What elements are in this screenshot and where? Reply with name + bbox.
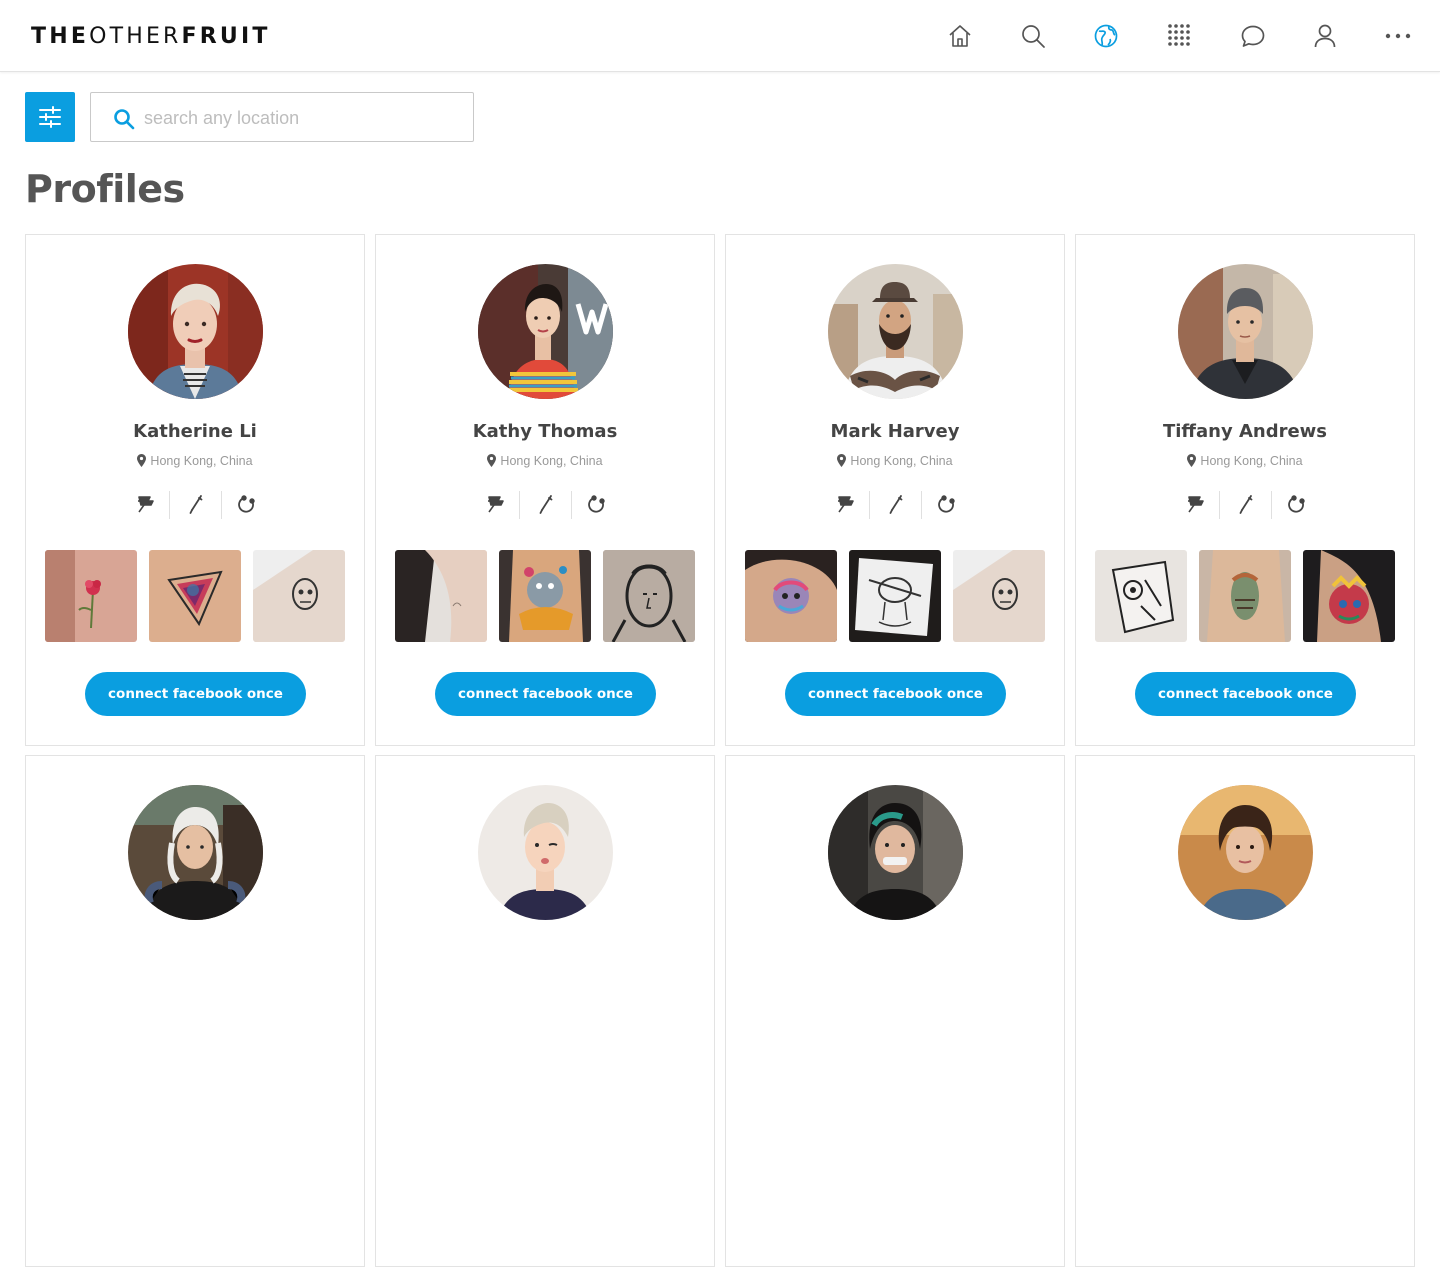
search-icon[interactable]: [1019, 22, 1047, 50]
profile-location: Hong Kong, China: [376, 453, 714, 471]
portfolio-thumbnail[interactable]: [45, 550, 137, 642]
profile-location: Hong Kong, China: [1076, 453, 1414, 471]
globe-icon[interactable]: [1092, 22, 1120, 50]
portfolio-thumbnail[interactable]: [745, 550, 837, 642]
map-pin-icon: [1187, 454, 1197, 471]
filter-button[interactable]: [25, 92, 75, 142]
location-search-input[interactable]: [144, 105, 464, 131]
page-title: Profiles: [25, 167, 185, 211]
profile-card[interactable]: Kathy Thomas Hong Kong, China connect fa…: [375, 234, 715, 746]
grid-icon[interactable]: [1165, 22, 1193, 50]
profile-name[interactable]: Mark Harvey: [726, 420, 1064, 444]
needle-icon[interactable]: [1232, 490, 1260, 518]
more-icon[interactable]: [1384, 22, 1412, 50]
tattoo-machine-icon[interactable]: [831, 490, 859, 518]
piercing-ring-icon[interactable]: [233, 490, 261, 518]
portfolio-thumbnail[interactable]: [1095, 550, 1187, 642]
portfolio-thumbnails: [395, 550, 695, 642]
profile-card[interactable]: [1075, 755, 1415, 1267]
profile-card[interactable]: [25, 755, 365, 1267]
location-text: Hong Kong, China: [1200, 454, 1303, 468]
specialty-icons: [1176, 490, 1316, 519]
specialty-icons: [476, 490, 616, 519]
profile-card[interactable]: Katherine Li Hong Kong, China connect fa…: [25, 234, 365, 746]
connect-facebook-button[interactable]: connect facebook once: [85, 672, 306, 716]
piercing-ring-icon[interactable]: [933, 490, 961, 518]
portfolio-thumbnail[interactable]: [395, 550, 487, 642]
portfolio-thumbnail[interactable]: [849, 550, 941, 642]
location-text: Hong Kong, China: [500, 454, 603, 468]
profile-name[interactable]: Kathy Thomas: [376, 420, 714, 444]
portfolio-thumbnail[interactable]: [1199, 550, 1291, 642]
specialty-icons: [126, 490, 266, 519]
top-nav-bar: THEOTHERFRUIT: [0, 0, 1440, 72]
portfolio-thumbnails: [1095, 550, 1395, 642]
piercing-ring-icon[interactable]: [1283, 490, 1311, 518]
needle-icon[interactable]: [882, 490, 910, 518]
profile-card[interactable]: [725, 755, 1065, 1267]
map-pin-icon: [837, 454, 847, 471]
search-icon: [114, 109, 135, 130]
profile-name[interactable]: Tiffany Andrews: [1076, 420, 1414, 444]
profile-card[interactable]: Mark Harvey Hong Kong, China connect fac…: [725, 234, 1065, 746]
piercing-ring-icon[interactable]: [583, 490, 611, 518]
avatar[interactable]: [478, 264, 613, 399]
profile-location: Hong Kong, China: [26, 453, 364, 471]
connect-facebook-button[interactable]: connect facebook once: [435, 672, 656, 716]
portfolio-thumbnail[interactable]: [603, 550, 695, 642]
location-search: [90, 92, 474, 142]
app-logo[interactable]: THEOTHERFRUIT: [31, 24, 271, 50]
avatar[interactable]: [1178, 264, 1313, 399]
needle-icon[interactable]: [182, 490, 210, 518]
connect-facebook-button[interactable]: connect facebook once: [1135, 672, 1356, 716]
map-pin-icon: [487, 454, 497, 471]
user-icon[interactable]: [1311, 22, 1339, 50]
logo-part-other: OTHER: [89, 24, 182, 49]
portfolio-thumbnails: [45, 550, 345, 642]
tattoo-machine-icon[interactable]: [131, 490, 159, 518]
needle-icon[interactable]: [532, 490, 560, 518]
logo-part-fruit: FRUIT: [181, 24, 271, 49]
avatar[interactable]: [128, 264, 263, 399]
sliders-icon: [39, 106, 61, 128]
home-icon[interactable]: [946, 22, 974, 50]
profile-location: Hong Kong, China: [726, 453, 1064, 471]
portfolio-thumbnails: [745, 550, 1045, 642]
location-text: Hong Kong, China: [150, 454, 253, 468]
tattoo-machine-icon[interactable]: [481, 490, 509, 518]
portfolio-thumbnail[interactable]: [149, 550, 241, 642]
profile-card[interactable]: [375, 755, 715, 1267]
profile-name[interactable]: Katherine Li: [26, 420, 364, 444]
location-text: Hong Kong, China: [850, 454, 953, 468]
logo-part-the: THE: [31, 24, 90, 49]
tattoo-machine-icon[interactable]: [1181, 490, 1209, 518]
specialty-icons: [826, 490, 966, 519]
portfolio-thumbnail[interactable]: [953, 550, 1045, 642]
chat-icon[interactable]: [1239, 22, 1267, 50]
avatar[interactable]: [828, 264, 963, 399]
portfolio-thumbnail[interactable]: [1303, 550, 1395, 642]
portfolio-thumbnail[interactable]: [499, 550, 591, 642]
profile-card[interactable]: Tiffany Andrews Hong Kong, China connect…: [1075, 234, 1415, 746]
connect-facebook-button[interactable]: connect facebook once: [785, 672, 1006, 716]
map-pin-icon: [137, 454, 147, 471]
portfolio-thumbnail[interactable]: [253, 550, 345, 642]
